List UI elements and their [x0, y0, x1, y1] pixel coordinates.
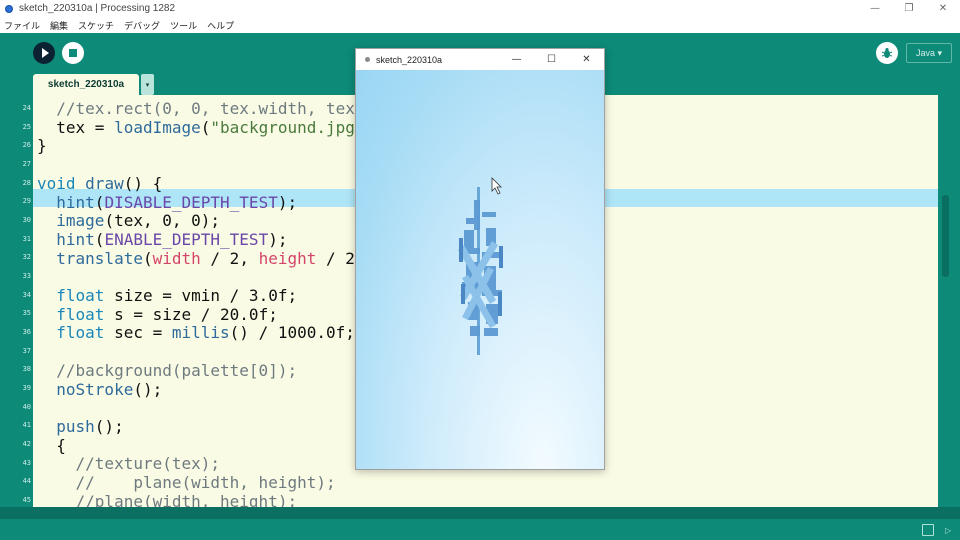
bug-icon	[881, 48, 893, 58]
maximize-icon: ☐	[547, 54, 556, 65]
stop-icon	[69, 49, 77, 57]
close-button[interactable]: ✕	[926, 0, 960, 17]
line-number: 37	[22, 347, 31, 355]
line-number: 44	[22, 477, 31, 485]
line-number: 30	[22, 216, 31, 224]
line-number: 43	[22, 459, 31, 467]
status-bar	[0, 519, 960, 540]
sketch-maximize-button[interactable]: ☐	[534, 49, 569, 70]
restore-button[interactable]: ❐	[892, 0, 926, 17]
line-number: 29	[22, 197, 31, 205]
line-number: 33	[22, 272, 31, 280]
line-number: 36	[22, 328, 31, 336]
line-number: 31	[22, 235, 31, 243]
sketch-canvas[interactable]	[356, 70, 604, 469]
code-line[interactable]: push();	[37, 417, 123, 437]
sketch-window-title: sketch_220310a	[376, 54, 443, 65]
vertical-scrollbar-track[interactable]	[938, 95, 960, 507]
code-line[interactable]: tex = loadImage("background.jpg");	[37, 118, 384, 138]
code-line[interactable]: hint(DISABLE_DEPTH_TEST);	[37, 193, 297, 213]
minimize-button[interactable]: —	[858, 0, 892, 17]
code-line[interactable]: //plane(width, height);	[37, 492, 298, 507]
code-line[interactable]: void draw() {	[37, 174, 162, 194]
code-line[interactable]: //texture(tex);	[37, 454, 221, 474]
expand-console-icon[interactable]: ▷	[945, 526, 951, 535]
menu-tools[interactable]: ツール	[170, 19, 197, 32]
line-number: 24	[22, 104, 31, 112]
code-line[interactable]: }	[37, 137, 47, 156]
window-controls: — ❐ ✕	[858, 0, 960, 17]
menu-sketch[interactable]: スケッチ	[78, 19, 114, 32]
minimize-icon: —	[870, 3, 880, 14]
code-line[interactable]: // plane(width, height);	[37, 473, 336, 493]
restore-icon: ❐	[904, 3, 914, 14]
line-number: 45	[22, 496, 31, 504]
sketch-title-bar[interactable]: sketch_220310a — ☐ ✕	[356, 49, 604, 70]
sketch-app-icon	[365, 57, 370, 62]
code-line[interactable]: translate(width / 2, height / 2);	[37, 249, 374, 269]
line-number: 26	[22, 141, 31, 149]
debug-button[interactable]	[876, 42, 898, 64]
sketch-window[interactable]: sketch_220310a — ☐ ✕	[355, 48, 605, 470]
minimize-icon: —	[511, 54, 522, 65]
console-divider[interactable]	[0, 507, 960, 519]
code-line[interactable]: float s = size / 20.0f;	[37, 305, 278, 325]
stop-button[interactable]	[62, 42, 84, 64]
tab-menu-button[interactable]: ▾	[141, 74, 154, 95]
console-icon[interactable]	[922, 524, 934, 536]
vertical-scrollbar-thumb[interactable]	[942, 195, 949, 277]
run-button[interactable]	[33, 42, 55, 64]
code-line[interactable]: hint(ENABLE_DEPTH_TEST);	[37, 230, 287, 250]
code-line[interactable]: image(tex, 0, 0);	[37, 211, 220, 231]
line-number: 34	[22, 291, 31, 299]
menu-edit[interactable]: 編集	[50, 19, 68, 32]
close-icon: ✕	[938, 3, 948, 14]
menu-help[interactable]: ヘルプ	[207, 19, 234, 32]
line-number: 27	[22, 160, 31, 168]
code-line[interactable]: //background(palette[0]);	[37, 361, 297, 381]
sketch-window-controls: — ☐ ✕	[499, 49, 604, 70]
line-number: 28	[22, 179, 31, 187]
line-number: 40	[22, 403, 31, 411]
title-bar: sketch_220310a | Processing 1282 — ❐ ✕	[0, 0, 960, 17]
line-number: 35	[22, 309, 31, 317]
line-number-gutter: 24 25 26 27 28 29 30 31 32 33 34 35 36 3…	[0, 95, 33, 507]
code-line[interactable]: {	[37, 436, 66, 456]
tab-sketch[interactable]: sketch_220310a	[33, 74, 139, 95]
rendered-snowflake-shape	[458, 177, 503, 355]
line-number: 39	[22, 384, 31, 392]
mode-selector[interactable]: Java ▾	[906, 43, 952, 63]
line-number: 42	[22, 440, 31, 448]
play-icon	[41, 48, 49, 58]
processing-app-icon	[5, 4, 13, 13]
menu-file[interactable]: ファイル	[4, 19, 40, 32]
code-line[interactable]: noStroke();	[37, 380, 162, 400]
menu-bar: ファイル 編集 スケッチ デバッグ ツール ヘルプ	[0, 17, 960, 33]
sketch-close-button[interactable]: ✕	[569, 49, 604, 70]
sketch-minimize-button[interactable]: —	[499, 49, 534, 70]
window-title: sketch_220310a | Processing 1282	[19, 3, 176, 14]
line-number: 32	[22, 253, 31, 261]
menu-debug[interactable]: デバッグ	[124, 19, 160, 32]
close-icon: ✕	[582, 54, 591, 65]
line-number: 41	[22, 421, 31, 429]
code-line[interactable]: float sec = millis() / 1000.0f;	[37, 324, 355, 343]
line-number: 38	[22, 365, 31, 373]
line-number: 25	[22, 123, 31, 131]
code-line[interactable]: float size = vmin / 3.0f;	[37, 286, 297, 306]
